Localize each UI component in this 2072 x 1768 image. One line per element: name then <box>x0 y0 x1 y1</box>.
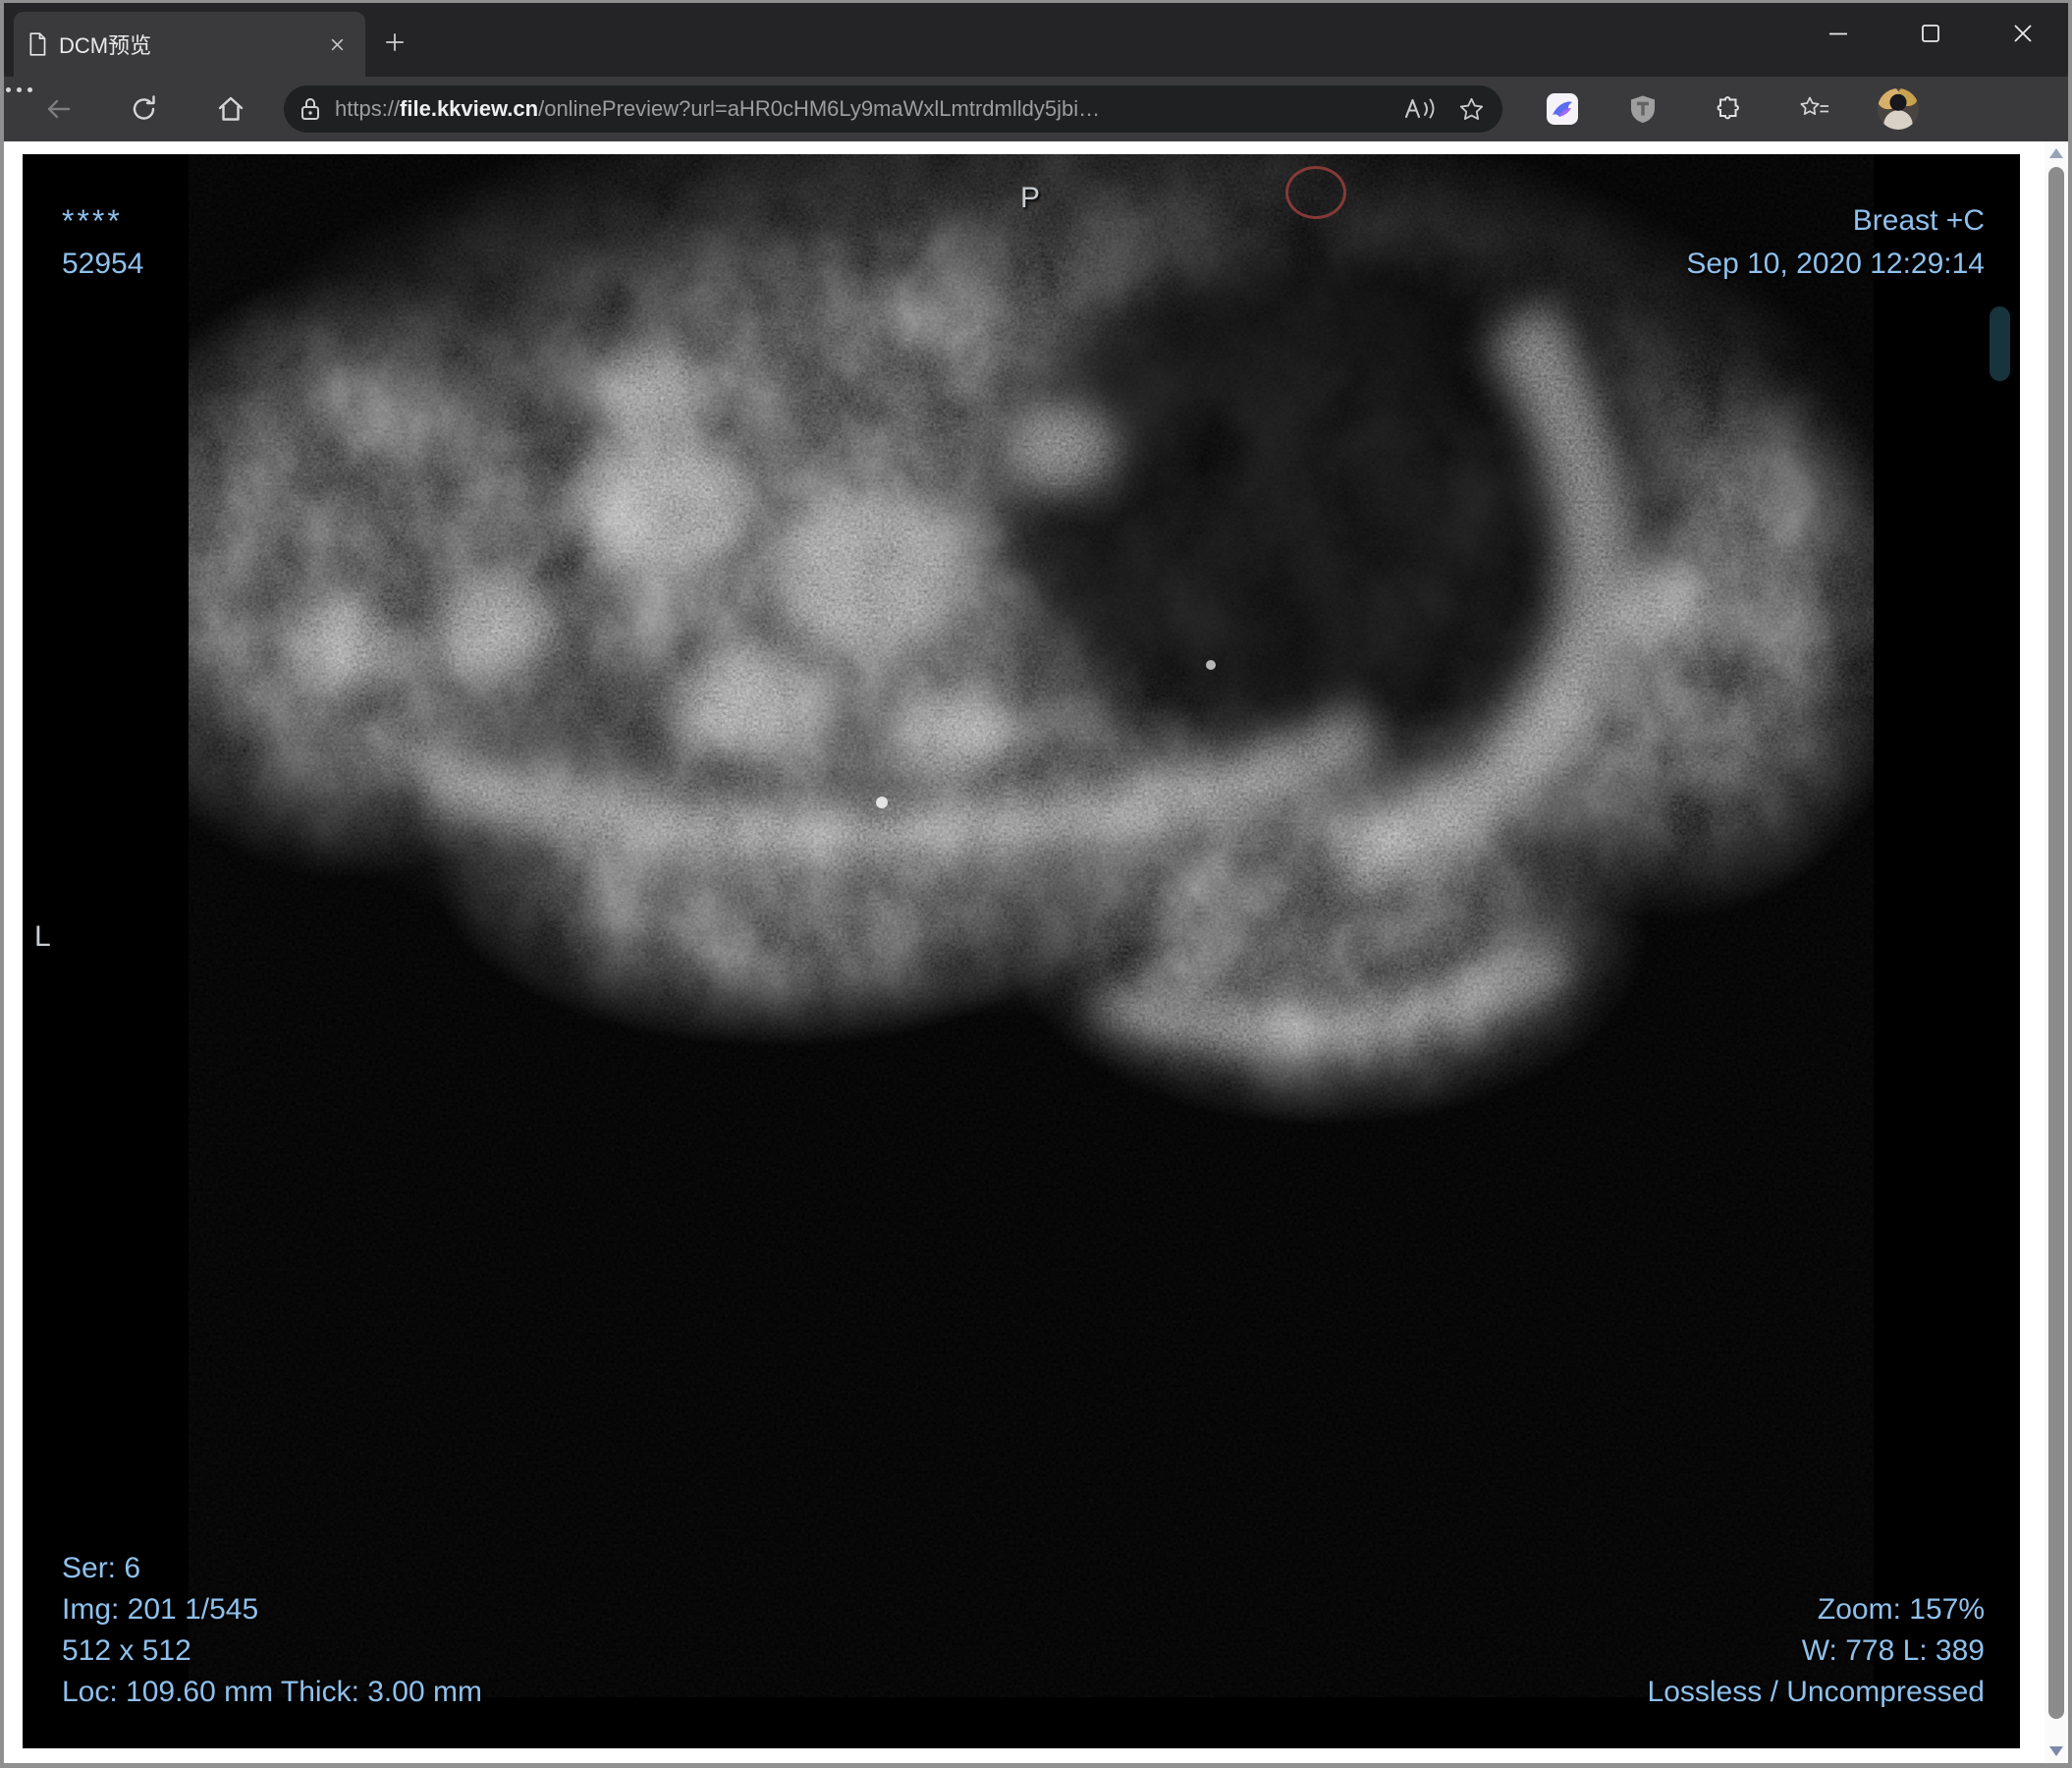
document-icon <box>27 32 47 56</box>
dicom-viewer-canvas[interactable]: **** 52954 Breast +C Sep 10, 2020 12:29:… <box>23 154 2020 1748</box>
study-info-overlay: Breast +C Sep 10, 2020 12:29:14 <box>1686 199 1985 286</box>
patient-id: 52954 <box>62 248 144 280</box>
back-icon[interactable] <box>43 94 73 124</box>
lock-icon[interactable] <box>300 96 321 122</box>
minimize-button[interactable] <box>1809 11 1868 56</box>
window-border <box>2068 0 2072 1768</box>
thunder-extension-icon[interactable] <box>1547 93 1578 125</box>
tab-title: DCM预览 <box>59 33 152 58</box>
orientation-marker-left: L <box>34 920 51 953</box>
url-text[interactable]: https://file.kkview.cn/onlinePreview?url… <box>335 96 1390 122</box>
display-info-overlay: Zoom: 157% W: 778 L: 389 Lossless / Unco… <box>1648 1589 1985 1713</box>
series-scroll-indicator <box>1990 306 2010 381</box>
scrollbar-up-arrow-icon[interactable] <box>2049 148 2063 158</box>
url-domain: file.kkview.cn <box>400 96 539 121</box>
patient-name-masked: **** <box>62 203 123 239</box>
compression-info: Lossless / Uncompressed <box>1647 1676 1985 1708</box>
refresh-icon[interactable] <box>130 94 159 124</box>
image-matrix: 512 x 512 <box>62 1634 191 1667</box>
title-bar: DCM预览 <box>4 3 2068 77</box>
browser-tab[interactable]: DCM预览 <box>14 12 365 77</box>
red-circle-annotation <box>1285 166 1346 219</box>
more-menu-icon[interactable] <box>4 77 33 102</box>
url-path: /onlinePreview?url=aHR0cHM6Ly9maWxlLmtrd… <box>538 96 1101 121</box>
series-number: Ser: 6 <box>62 1552 141 1584</box>
page-background: **** 52954 Breast +C Sep 10, 2020 12:29:… <box>4 141 2068 1763</box>
address-bar[interactable]: https://file.kkview.cn/onlinePreview?url… <box>284 85 1502 133</box>
mri-image <box>23 154 2020 1748</box>
extensions-puzzle-icon[interactable] <box>1711 94 1740 124</box>
window-border <box>0 1763 2072 1768</box>
close-button[interactable] <box>1993 11 2052 56</box>
browser-toolbar: https://file.kkview.cn/onlinePreview?url… <box>4 77 2068 141</box>
collections-icon[interactable] <box>1799 96 1830 122</box>
address-bar-actions <box>1403 95 1485 123</box>
new-tab-button[interactable] <box>379 27 410 58</box>
maximize-button[interactable] <box>1901 11 1960 56</box>
series-info-overlay: Ser: 6 Img: 201 1/545 512 x 512 Loc: 109… <box>62 1548 482 1713</box>
tab-close-icon[interactable] <box>322 29 352 59</box>
zoom-level: Zoom: 157% <box>1817 1593 1985 1626</box>
page-scrollbar[interactable] <box>2045 141 2068 1763</box>
favorite-star-icon[interactable] <box>1458 96 1485 123</box>
image-number: Img: 201 1/545 <box>62 1593 259 1626</box>
orientation-marker-posterior: P <box>1020 182 1041 214</box>
home-icon[interactable] <box>216 94 245 124</box>
window-border <box>0 0 4 1768</box>
tampermonkey-extension-icon[interactable] <box>1629 94 1657 124</box>
slice-location: Loc: 109.60 mm Thick: 3.00 mm <box>62 1676 482 1708</box>
scrollbar-thumb[interactable] <box>2048 167 2064 1719</box>
profile-avatar[interactable] <box>1878 88 1919 130</box>
study-datetime: Sep 10, 2020 12:29:14 <box>1686 248 1985 280</box>
patient-info-overlay: **** 52954 <box>62 199 143 286</box>
read-aloud-icon[interactable] <box>1403 95 1437 123</box>
window-level: W: 778 L: 389 <box>1801 1634 1985 1667</box>
scrollbar-down-arrow-icon[interactable] <box>2049 1746 2063 1756</box>
window-controls <box>1809 11 2052 56</box>
study-description: Breast +C <box>1852 204 1985 237</box>
url-scheme: https:// <box>335 96 401 121</box>
